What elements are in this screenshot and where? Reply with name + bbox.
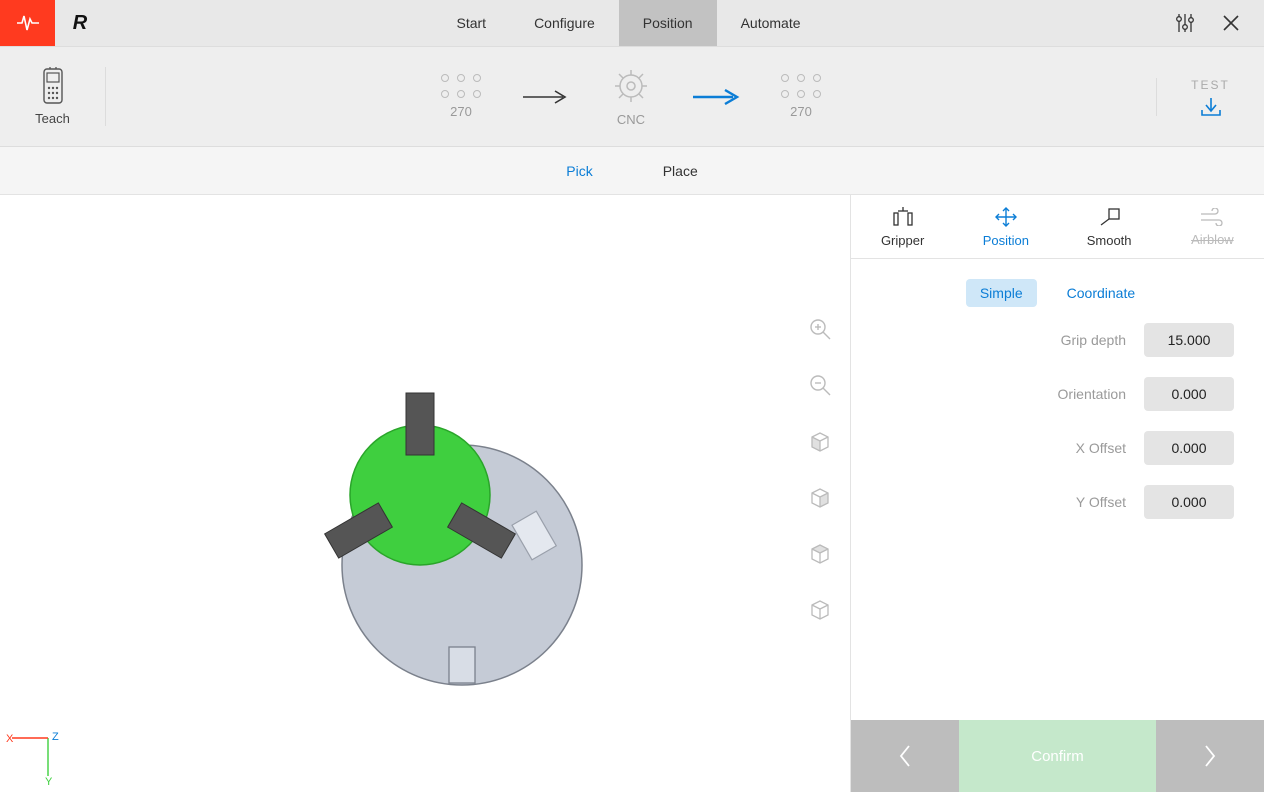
field-label: Orientation <box>1058 386 1126 402</box>
panel-footer: Confirm <box>851 720 1264 792</box>
svg-text:X: X <box>6 733 14 745</box>
tab-configure[interactable]: Configure <box>510 0 619 46</box>
panel-tab-label: Gripper <box>881 233 924 248</box>
field-value[interactable]: 0.000 <box>1144 377 1234 411</box>
field-orientation: Orientation 0.000 <box>851 377 1234 411</box>
field-label: X Offset <box>1076 440 1126 456</box>
svg-text:Y: Y <box>45 776 53 786</box>
svg-text:Z: Z <box>52 731 59 743</box>
field-label: Grip depth <box>1061 332 1126 348</box>
workflow-node-label: 270 <box>790 104 812 119</box>
position-fields: Grip depth 15.000 Orientation 0.000 X Of… <box>851 321 1264 519</box>
pendant-icon <box>38 67 68 107</box>
pulse-icon <box>17 14 39 32</box>
panel-tab-gripper[interactable]: Gripper <box>851 195 954 258</box>
panel-tab-label: Airblow <box>1191 232 1234 247</box>
workflow-node-source[interactable]: 270 <box>441 74 481 119</box>
tab-automate[interactable]: Automate <box>717 0 825 46</box>
main-tabs: Start Configure Position Automate <box>105 0 1152 46</box>
panel-tabs: Gripper Position Smooth <box>851 195 1264 259</box>
prev-button[interactable] <box>851 720 959 792</box>
wind-icon <box>1199 208 1225 226</box>
gripper-icon <box>891 207 915 227</box>
workflow-node-cnc[interactable]: CNC <box>611 66 651 127</box>
zoom-out-icon <box>808 373 832 397</box>
field-grip-depth: Grip depth 15.000 <box>851 323 1234 357</box>
field-label: Y Offset <box>1076 494 1126 510</box>
arrow-right-active-icon <box>691 89 741 105</box>
confirm-button[interactable]: Confirm <box>959 720 1156 792</box>
sliders-icon <box>1176 13 1194 33</box>
mode-simple[interactable]: Simple <box>966 279 1037 307</box>
workflow-bar: Teach 270 CNC <box>0 47 1264 147</box>
app-logo: R <box>55 0 105 46</box>
field-value[interactable]: 15.000 <box>1144 323 1234 357</box>
test-label: TEST <box>1191 78 1230 92</box>
workflow-node-target[interactable]: 270 <box>781 74 821 119</box>
view-side-button[interactable] <box>806 483 834 511</box>
top-bar: R Start Configure Position Automate <box>0 0 1264 47</box>
cube-iso-icon <box>808 597 832 621</box>
cube-front-icon <box>808 429 832 453</box>
workflow-node-label: 270 <box>450 104 472 119</box>
test-button[interactable]: TEST <box>1156 78 1264 116</box>
grid-icon <box>781 74 821 98</box>
mode-coordinate[interactable]: Coordinate <box>1053 279 1150 307</box>
close-button[interactable] <box>1222 14 1240 32</box>
field-value[interactable]: 0.000 <box>1144 485 1234 519</box>
subtab-pick[interactable]: Pick <box>566 163 592 179</box>
smooth-icon <box>1097 207 1121 227</box>
view-iso-button[interactable] <box>806 595 834 623</box>
field-x-offset: X Offset 0.000 <box>851 431 1234 465</box>
arrow-right-icon <box>521 89 571 105</box>
zoom-in-button[interactable] <box>806 315 834 343</box>
subtab-place[interactable]: Place <box>663 163 698 179</box>
chevron-left-icon <box>897 743 913 769</box>
position-mode-row: Simple Coordinate <box>851 259 1264 321</box>
canvas-tool-column <box>806 315 834 623</box>
status-indicator[interactable] <box>0 0 55 46</box>
view-top-button[interactable] <box>806 539 834 567</box>
workflow-node-label: CNC <box>617 112 645 127</box>
side-panel: Gripper Position Smooth <box>850 195 1264 792</box>
panel-tab-airblow: Airblow <box>1161 195 1264 258</box>
main-content: X Z Y Gripper <box>0 195 1264 792</box>
panel-tab-position[interactable]: Position <box>954 195 1057 258</box>
tab-position[interactable]: Position <box>619 0 717 46</box>
tab-start[interactable]: Start <box>432 0 510 46</box>
next-button[interactable] <box>1156 720 1264 792</box>
teach-button[interactable]: Teach <box>0 67 106 126</box>
chevron-right-icon <box>1202 743 1218 769</box>
gripper-visualization <box>0 195 850 792</box>
view-front-button[interactable] <box>806 427 834 455</box>
workflow-steps: 270 CNC <box>106 66 1156 127</box>
top-right-tools <box>1152 0 1264 46</box>
panel-tab-smooth[interactable]: Smooth <box>1058 195 1161 258</box>
pick-place-tabs: Pick Place <box>0 147 1264 195</box>
zoom-out-button[interactable] <box>806 371 834 399</box>
cube-side-icon <box>808 485 832 509</box>
download-icon <box>1200 98 1222 116</box>
gear-icon <box>611 66 651 106</box>
move-icon <box>994 207 1018 227</box>
field-value[interactable]: 0.000 <box>1144 431 1234 465</box>
axes-indicator: X Z Y <box>6 730 66 786</box>
grid-icon <box>441 74 481 98</box>
zoom-in-icon <box>808 317 832 341</box>
cube-top-icon <box>808 541 832 565</box>
field-y-offset: Y Offset 0.000 <box>851 485 1234 519</box>
panel-tab-label: Position <box>983 233 1029 248</box>
panel-tab-label: Smooth <box>1087 233 1132 248</box>
canvas-area[interactable]: X Z Y <box>0 195 850 792</box>
settings-button[interactable] <box>1176 13 1194 33</box>
close-icon <box>1222 14 1240 32</box>
teach-label: Teach <box>35 111 70 126</box>
